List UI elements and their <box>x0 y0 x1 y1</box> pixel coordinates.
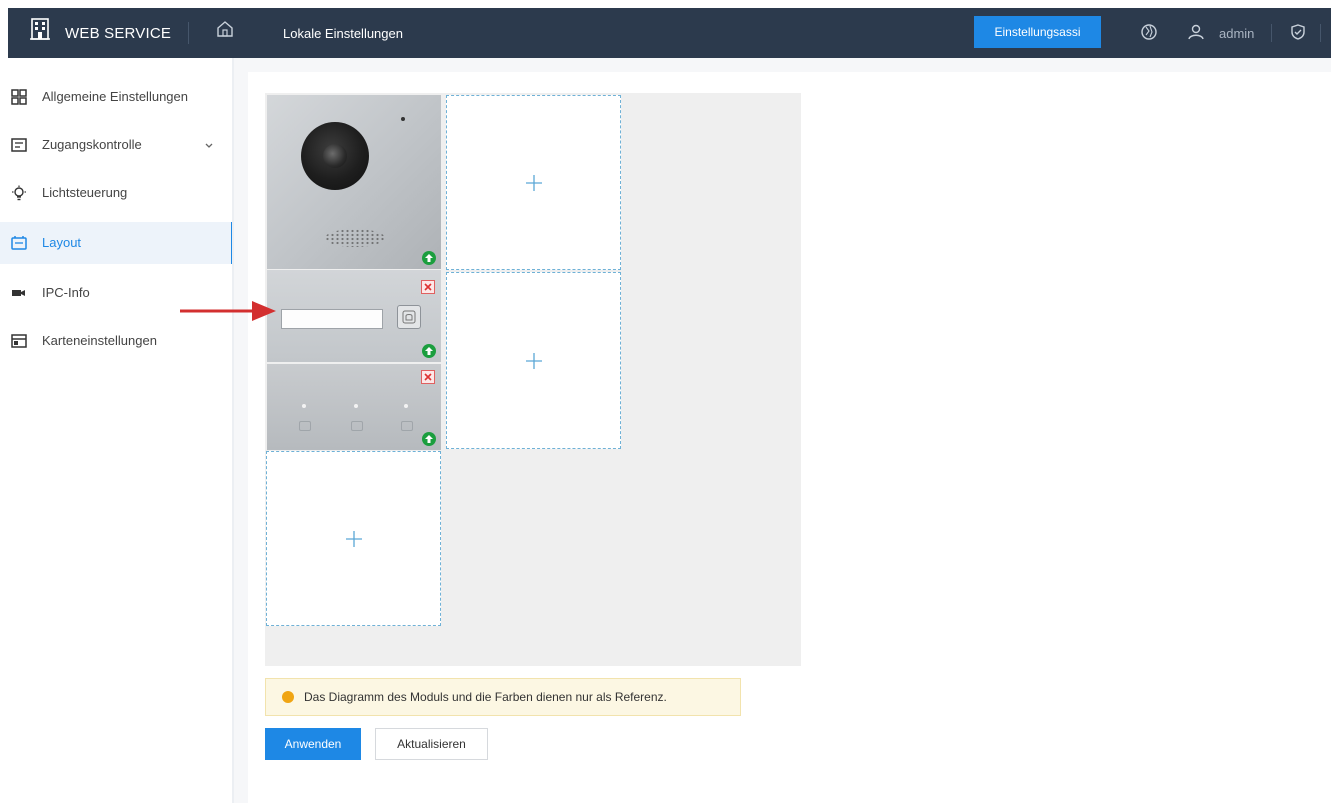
indicator-led <box>404 404 408 408</box>
add-module-icon <box>345 530 362 547</box>
refresh-button[interactable]: Aktualisieren <box>375 728 488 760</box>
page-title: Lokale Einstellungen <box>283 26 403 41</box>
card-icon <box>11 333 27 349</box>
remove-module-button[interactable] <box>421 370 435 384</box>
layout-icon <box>11 235 27 251</box>
arrow-up-icon <box>425 347 433 355</box>
apply-button[interactable]: Anwenden <box>265 728 361 760</box>
header-divider <box>188 22 189 44</box>
header-divider <box>1320 24 1321 42</box>
bell-icon <box>402 310 416 324</box>
call-symbol-icon <box>299 421 311 431</box>
username-label[interactable]: admin <box>1219 26 1254 41</box>
empty-module-slot[interactable] <box>446 272 621 449</box>
warning-icon <box>282 691 294 703</box>
light-bulb-icon <box>11 185 27 201</box>
empty-module-slot[interactable] <box>446 95 621 270</box>
indicator-led <box>354 404 358 408</box>
user-icon[interactable] <box>1187 23 1205 46</box>
sidebar-item-label: Karteneinstellungen <box>42 333 157 348</box>
phone-symbol-icon <box>351 421 363 431</box>
sidebar-item-card-settings[interactable]: Karteneinstellungen <box>0 320 234 362</box>
building-logo-icon <box>30 17 50 46</box>
move-up-button[interactable] <box>422 432 436 446</box>
indicator-led <box>302 404 306 408</box>
remove-module-button[interactable] <box>421 280 435 294</box>
camera-module[interactable] <box>267 95 441 269</box>
add-module-icon <box>525 352 542 369</box>
speaker-grille <box>325 229 385 247</box>
close-icon <box>424 373 432 381</box>
arrow-up-icon <box>425 254 433 262</box>
bell-button <box>397 305 421 329</box>
name-display-module[interactable] <box>267 270 441 362</box>
home-icon[interactable] <box>216 20 234 43</box>
arrow-up-icon <box>425 435 433 443</box>
move-up-button[interactable] <box>422 344 436 358</box>
annotation-arrow-icon <box>180 301 276 321</box>
close-icon <box>424 283 432 291</box>
chevron-down-icon[interactable] <box>204 138 214 156</box>
reference-notice: Das Diagramm des Moduls und die Farben d… <box>265 678 741 716</box>
top-bar: WEB SERVICE Lokale Einstellungen Einstel… <box>8 8 1331 58</box>
microphone-dot <box>401 117 405 121</box>
door-symbol-icon <box>401 421 413 431</box>
sidebar-item-general-settings[interactable]: Allgemeine Einstellungen <box>0 76 234 118</box>
globe-icon[interactable] <box>1140 23 1158 46</box>
sidebar-item-light-control[interactable]: Lichtsteuerung <box>0 172 234 214</box>
sidebar-item-access-control[interactable]: Zugangskontrolle <box>0 124 234 166</box>
sidebar-item-label: Zugangskontrolle <box>42 137 142 152</box>
notice-text: Das Diagramm des Moduls und die Farben d… <box>304 690 667 704</box>
name-display-field <box>281 309 383 329</box>
shield-icon[interactable] <box>1289 23 1307 46</box>
keypad-module[interactable] <box>267 364 441 450</box>
add-module-icon <box>525 174 542 191</box>
move-up-button[interactable] <box>422 251 436 265</box>
sidebar: Allgemeine Einstellungen Zugangskontroll… <box>0 58 234 803</box>
sidebar-item-label: Lichtsteuerung <box>42 185 128 200</box>
app-title: WEB SERVICE <box>65 25 172 42</box>
empty-module-slot[interactable] <box>266 451 441 626</box>
sidebar-item-label: IPC-Info <box>42 285 90 300</box>
camera-icon <box>11 285 27 301</box>
sidebar-item-label: Layout <box>42 235 82 250</box>
camera-lens-housing <box>301 122 369 190</box>
setup-wizard-button[interactable]: Einstellungsassi <box>974 16 1101 48</box>
sidebar-item-layout[interactable]: Layout <box>0 222 234 264</box>
header-divider <box>1271 24 1272 42</box>
access-control-icon <box>11 137 27 153</box>
grid-icon <box>11 89 27 105</box>
sidebar-item-label: Allgemeine Einstellungen <box>42 89 188 104</box>
camera-lens <box>323 144 347 168</box>
